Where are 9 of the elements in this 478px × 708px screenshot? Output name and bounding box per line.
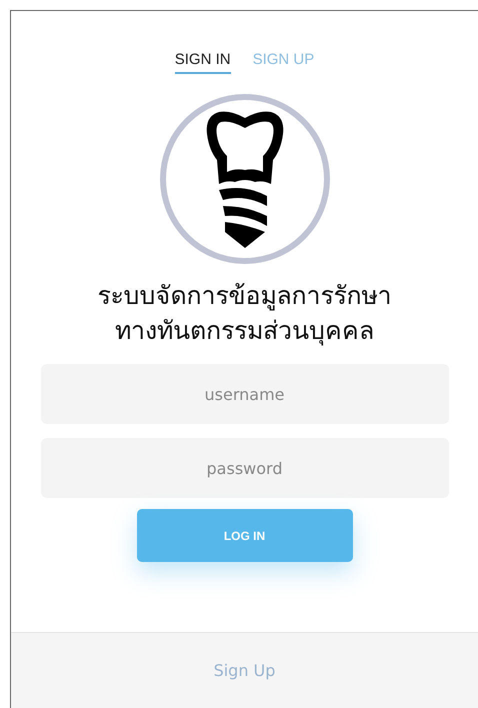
tab[interactable]: SIGN IN [174,51,231,74]
login-button[interactable]: LOG IN [136,509,352,562]
username-field[interactable]: username [40,364,448,424]
app-title: ทางทันตกรรมส่วนบุคคล [115,315,374,348]
tab[interactable]: SIGN UP [252,51,314,74]
sign-up-link[interactable]: Sign Up [214,661,276,680]
tooth-implant-icon [204,110,284,248]
app-title: ระบบจัดการข้อมูลการรักษา [98,280,392,312]
password-field[interactable]: password [40,438,448,498]
